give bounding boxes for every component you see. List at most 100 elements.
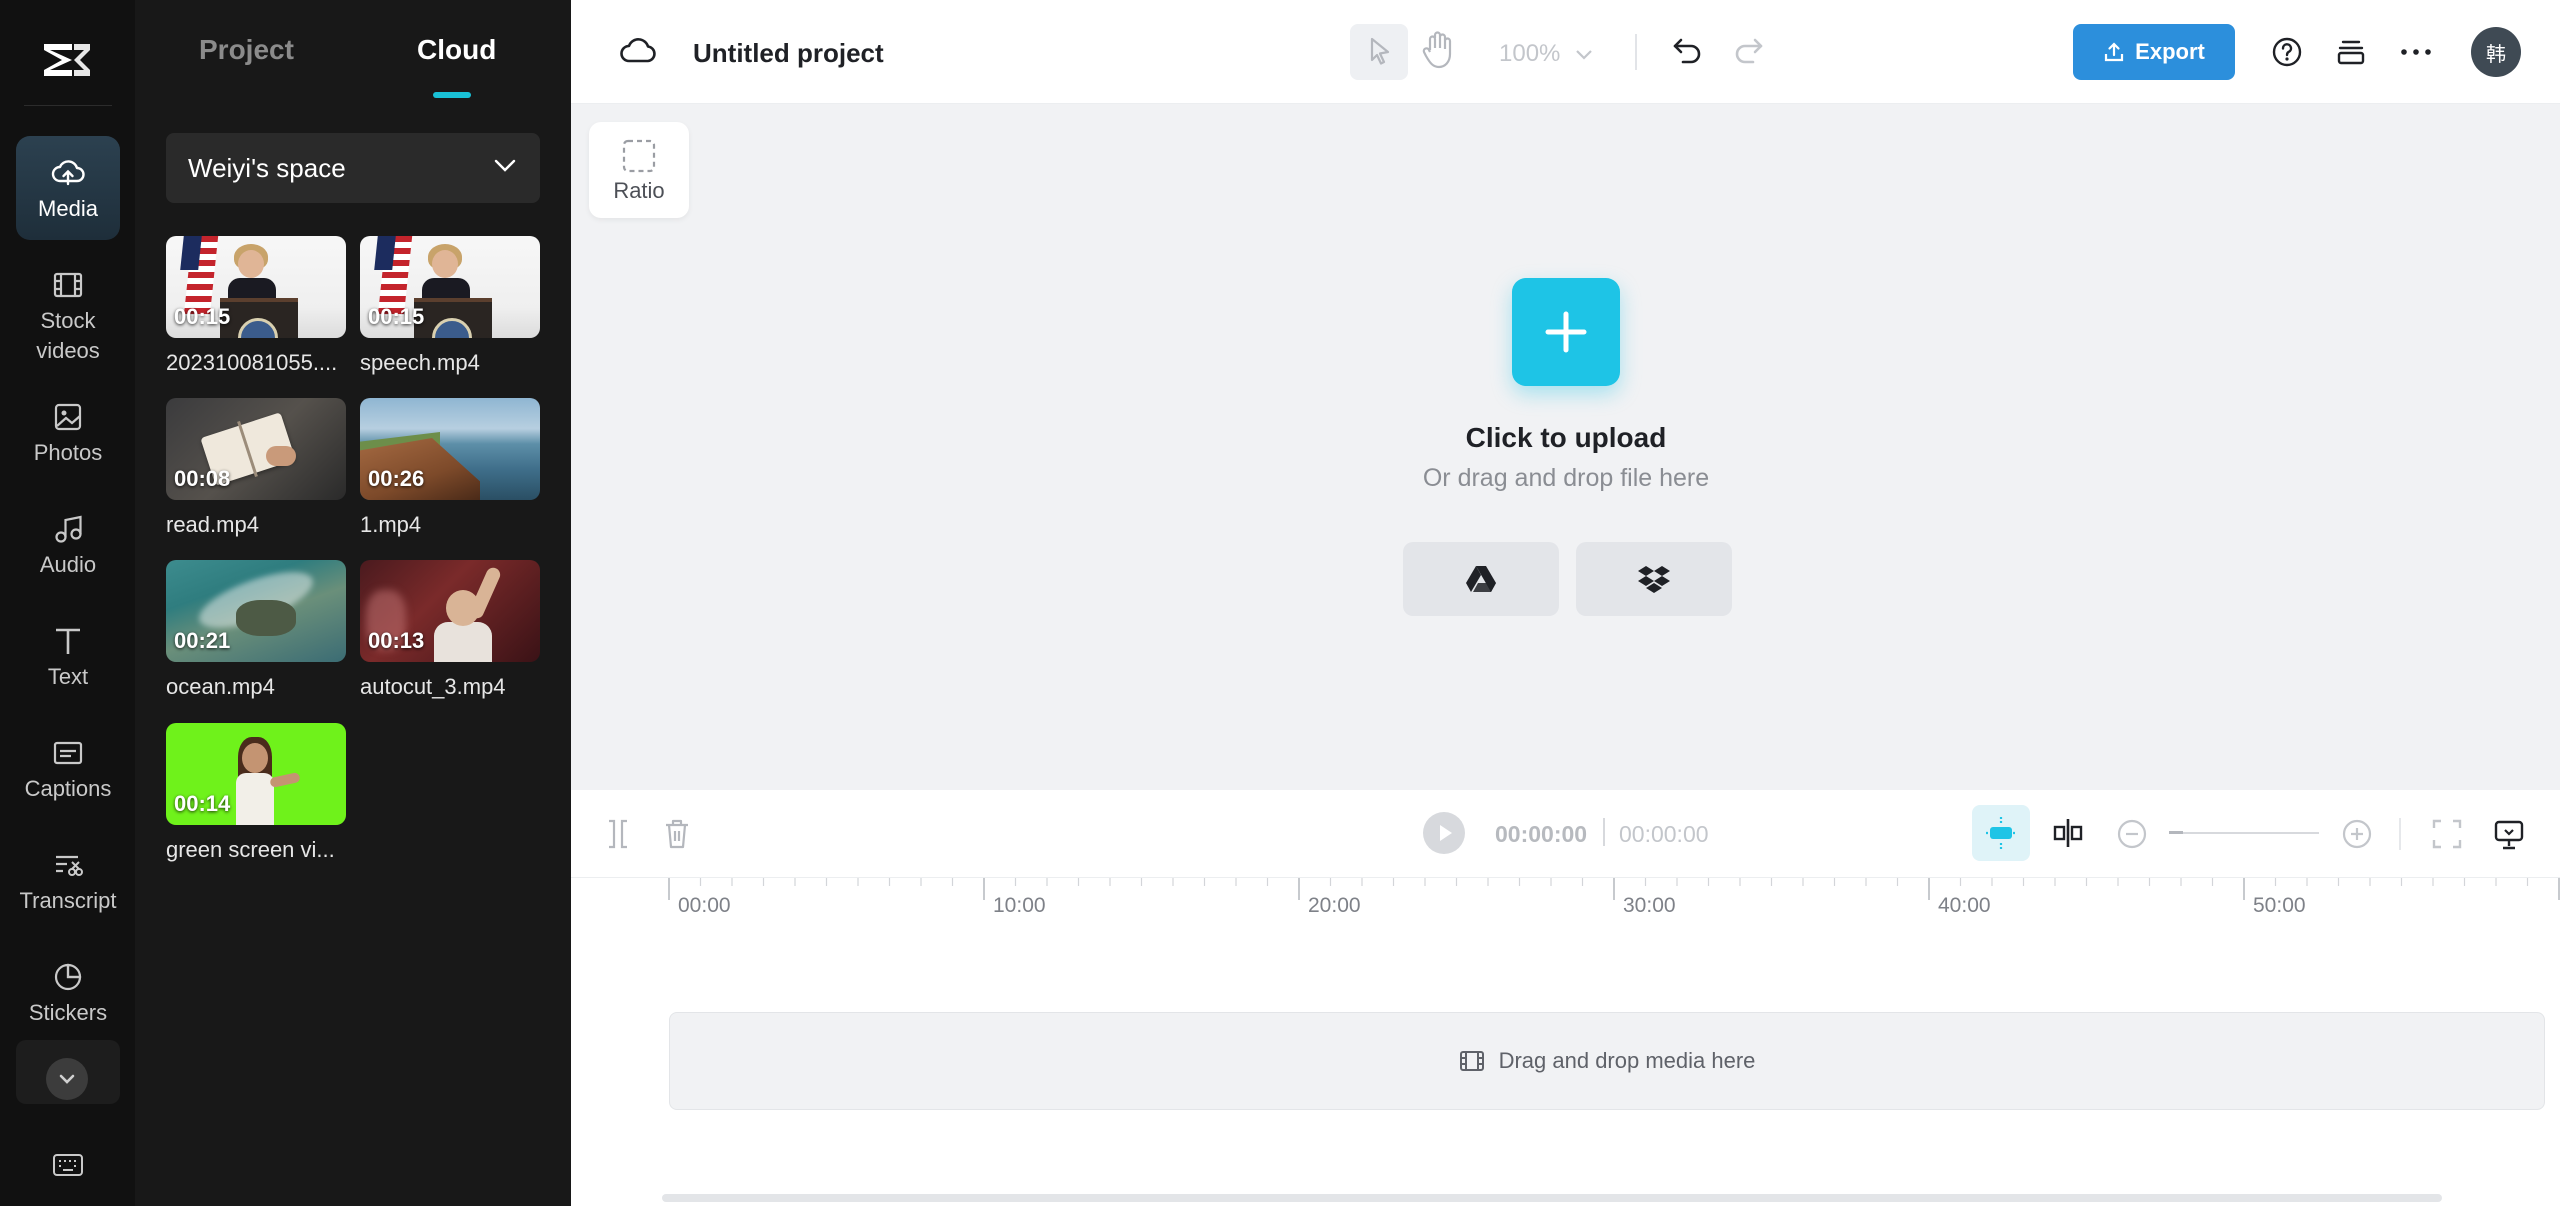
capcut-logo[interactable] bbox=[38, 36, 96, 84]
video-thumbnail: 00:08 bbox=[166, 398, 346, 500]
keyboard-shortcuts-icon[interactable] bbox=[52, 1152, 84, 1178]
rail-label-captions: Captions bbox=[24, 776, 112, 801]
zoom-slider-track[interactable] bbox=[2169, 832, 2319, 834]
timeline-drop-zone[interactable]: Drag and drop media here bbox=[669, 1012, 2545, 1110]
timeline-toolbar-divider bbox=[2399, 818, 2401, 850]
split-align-icon[interactable] bbox=[2051, 816, 2085, 850]
redo-icon[interactable] bbox=[1731, 36, 1765, 66]
zoom-in-icon[interactable] bbox=[2341, 818, 2373, 850]
media-item[interactable]: 00:21 ocean.mp4 bbox=[166, 560, 346, 700]
zoom-value: 100% bbox=[1499, 40, 1561, 67]
media-filename: speech.mp4 bbox=[360, 350, 480, 375]
ruler-label: 40:00 bbox=[1938, 894, 1991, 917]
chevron-down-icon bbox=[494, 159, 516, 172]
media-item[interactable]: 00:26 1.mp4 bbox=[360, 398, 540, 538]
active-tab-indicator bbox=[433, 92, 471, 98]
rail-item-stickers[interactable]: Stickers bbox=[16, 940, 120, 1044]
zoom-out-icon[interactable] bbox=[2116, 818, 2148, 850]
rail-label-stock-videos: Stock videos bbox=[36, 308, 100, 363]
ruler-label: 50:00 bbox=[2253, 894, 2306, 917]
rail-item-audio[interactable]: Audio bbox=[16, 492, 120, 596]
media-filename: ocean.mp4 bbox=[166, 674, 275, 699]
media-filename: 1.mp4 bbox=[360, 512, 422, 537]
film-strip-icon bbox=[1459, 1051, 1484, 1071]
more-menu-icon[interactable] bbox=[2399, 44, 2433, 60]
duration-label: 00:15 bbox=[174, 304, 231, 329]
toolbar-divider bbox=[1635, 34, 1637, 70]
rail-label-text: Text bbox=[47, 664, 89, 689]
project-title[interactable]: Untitled project bbox=[693, 38, 884, 69]
rail-item-text[interactable]: Text bbox=[16, 604, 120, 708]
zoom-dropdown[interactable]: 100% bbox=[1499, 40, 1593, 68]
rail-label-media: Media bbox=[38, 196, 98, 221]
rail-item-transcript[interactable]: Transcript bbox=[16, 828, 120, 932]
timeline-toolbar: 00:00:00 00:00:00 bbox=[571, 790, 2560, 878]
media-filename: green screen vi... bbox=[166, 837, 335, 862]
export-label: Export bbox=[2135, 39, 2205, 64]
video-thumbnail: 00:26 bbox=[360, 398, 540, 500]
rail-item-stock-videos[interactable]: Stock videos bbox=[16, 248, 120, 368]
duration-label: 00:14 bbox=[174, 791, 231, 816]
media-panel: Project Cloud Weiyi's space 00:15 202310… bbox=[135, 0, 571, 1206]
media-item[interactable]: 00:14 green screen vi... bbox=[166, 723, 346, 863]
rail-label-audio: Audio bbox=[39, 552, 97, 577]
time-divider bbox=[1603, 818, 1605, 846]
duration-label: 00:08 bbox=[174, 466, 231, 491]
upload-button[interactable] bbox=[1512, 278, 1620, 386]
preview-monitor-icon[interactable] bbox=[2493, 818, 2525, 852]
media-item[interactable]: 00:15 speech.mp4 bbox=[360, 236, 540, 376]
media-item[interactable]: 00:15 202310081055.... bbox=[166, 236, 346, 376]
upload-subtitle: Or drag and drop file here bbox=[1422, 464, 1710, 492]
image-icon bbox=[54, 403, 82, 431]
drop-zone-label: Drag and drop media here bbox=[1498, 1048, 1756, 1073]
video-thumbnail: 00:14 bbox=[166, 723, 346, 825]
layers-icon[interactable] bbox=[2335, 36, 2367, 68]
space-dropdown[interactable]: Weiyi's space bbox=[166, 133, 540, 203]
timeline-scrollbar[interactable] bbox=[662, 1194, 2442, 1202]
play-button[interactable] bbox=[1423, 812, 1465, 854]
ratio-label: Ratio bbox=[613, 178, 665, 203]
zoom-slider-handle[interactable] bbox=[2169, 829, 2183, 837]
film-icon bbox=[53, 272, 83, 298]
duration-label: 00:21 bbox=[174, 628, 231, 653]
chevron-down-icon bbox=[59, 1074, 75, 1084]
hand-tool-icon[interactable] bbox=[1420, 30, 1456, 70]
ratio-button[interactable]: Ratio bbox=[589, 122, 689, 218]
google-drive-button[interactable] bbox=[1403, 542, 1559, 616]
sticker-icon bbox=[54, 963, 82, 991]
rail-item-photos[interactable]: Photos bbox=[16, 380, 120, 484]
fit-to-screen-icon[interactable] bbox=[2431, 818, 2463, 850]
cloud-upload-icon bbox=[51, 160, 85, 186]
undo-icon[interactable] bbox=[1671, 36, 1705, 66]
media-item[interactable]: 00:08 read.mp4 bbox=[166, 398, 346, 538]
export-button[interactable]: Export bbox=[2073, 24, 2235, 80]
split-icon[interactable] bbox=[605, 818, 631, 850]
dropbox-icon bbox=[1638, 566, 1670, 593]
more-circle bbox=[46, 1058, 88, 1100]
ruler-label: 10:00 bbox=[993, 894, 1046, 917]
magnet-snap-button[interactable] bbox=[1972, 805, 2030, 861]
text-icon bbox=[56, 628, 80, 654]
video-thumbnail: 00:21 bbox=[166, 560, 346, 662]
more-tools-button[interactable] bbox=[16, 1040, 120, 1104]
snap-icon bbox=[1986, 817, 2016, 849]
play-icon bbox=[1440, 825, 1452, 841]
rail-item-captions[interactable]: Captions bbox=[16, 716, 120, 820]
plus-icon bbox=[1545, 311, 1587, 353]
music-note-icon bbox=[55, 515, 82, 543]
user-avatar[interactable]: 韩 bbox=[2471, 27, 2521, 77]
tab-cloud[interactable]: Cloud bbox=[417, 34, 496, 66]
video-thumbnail: 00:15 bbox=[166, 236, 346, 338]
tab-project[interactable]: Project bbox=[199, 34, 294, 66]
rail-label-transcript: Transcript bbox=[19, 888, 117, 913]
media-item[interactable]: 00:13 autocut_3.mp4 bbox=[360, 560, 540, 700]
cloud-sync-icon[interactable] bbox=[619, 34, 657, 68]
rail-item-media[interactable]: Media bbox=[16, 136, 120, 240]
delete-icon[interactable] bbox=[663, 818, 691, 850]
top-bar: Untitled project 100% Export 韩 bbox=[571, 0, 2560, 104]
ruler-label: 30:00 bbox=[1623, 894, 1676, 917]
select-tool-button[interactable] bbox=[1350, 24, 1408, 80]
dropbox-button[interactable] bbox=[1576, 542, 1732, 616]
total-time: 00:00:00 bbox=[1619, 821, 1709, 847]
help-icon[interactable] bbox=[2271, 36, 2303, 68]
